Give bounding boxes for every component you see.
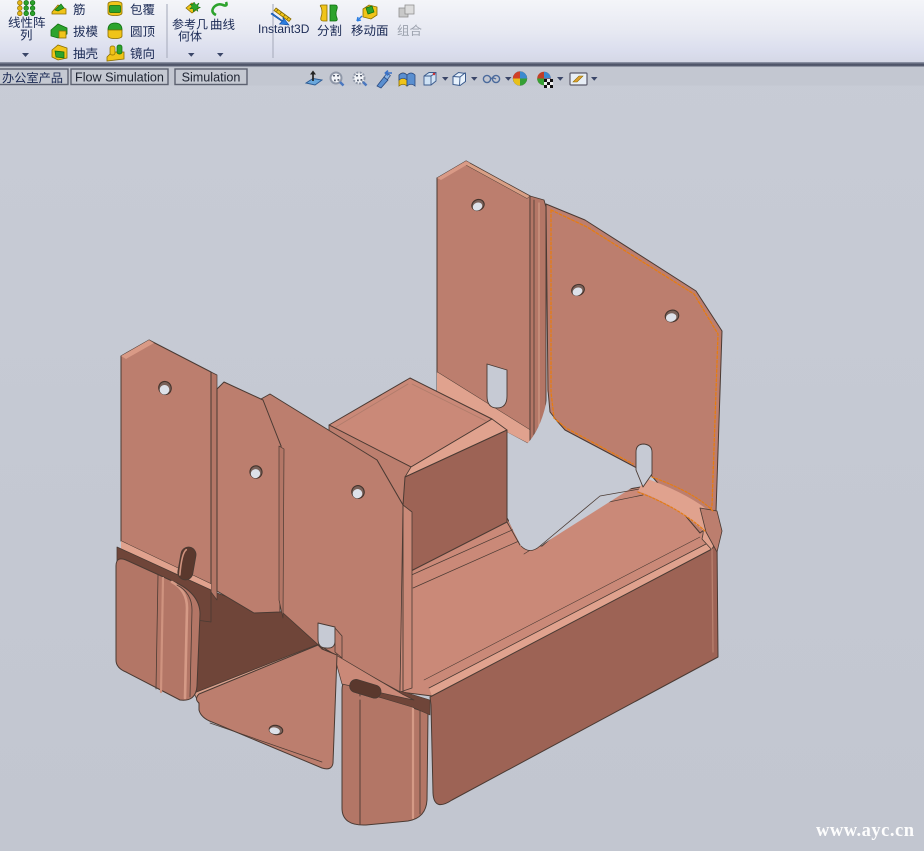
svg-text:www.ayc.cn: www.ayc.cn bbox=[816, 821, 915, 841]
svg-text:Simulation: Simulation bbox=[182, 71, 241, 85]
svg-text:Flow Simulation: Flow Simulation bbox=[75, 71, 164, 85]
svg-text:Instant3D: Instant3D bbox=[258, 22, 310, 36]
